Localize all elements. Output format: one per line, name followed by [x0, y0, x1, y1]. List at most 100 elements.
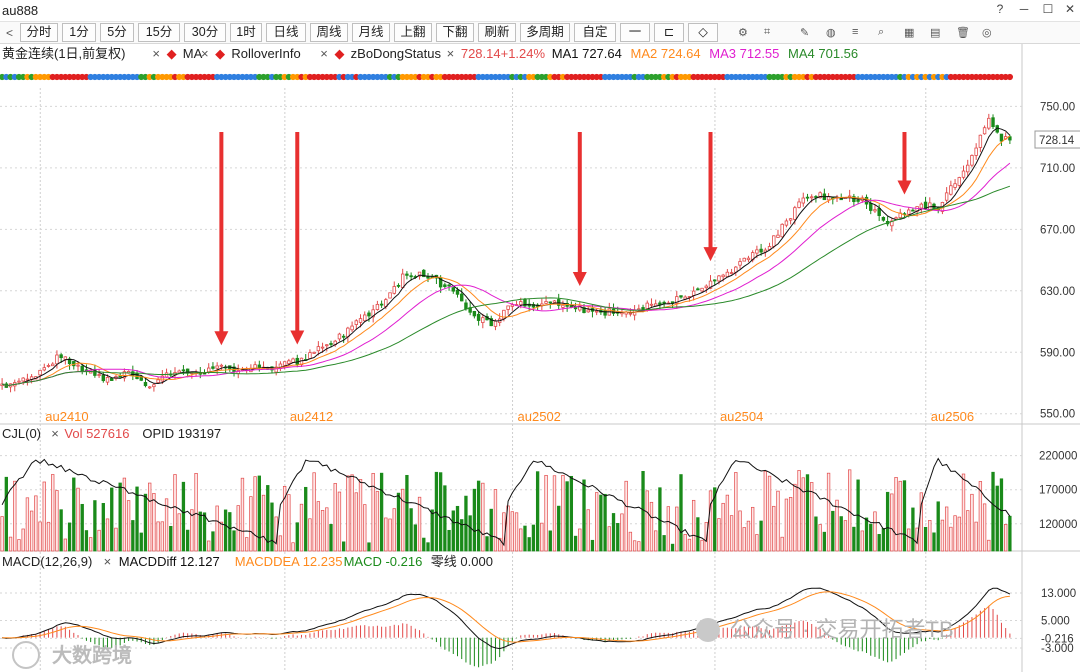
volume-bar: [797, 470, 801, 552]
delete-icon[interactable]: 🗑: [956, 26, 970, 39]
candle-body: [679, 295, 683, 298]
period-button-day[interactable]: 日线: [266, 23, 306, 42]
candle-body: [177, 370, 181, 374]
volume-bar: [759, 520, 763, 552]
text-icon[interactable]: ≡: [852, 26, 858, 38]
candle-body: [363, 314, 367, 322]
period-button-1hour[interactable]: 1时: [230, 23, 262, 42]
ma-value-ma1: MA1 727.64: [552, 46, 622, 61]
candle-body: [152, 384, 156, 388]
volume-bar: [101, 503, 105, 552]
search-icon[interactable]: ⌕: [878, 26, 884, 39]
candle-body: [80, 365, 84, 373]
close-icon[interactable]: ✕: [1062, 2, 1078, 16]
maximize-icon[interactable]: ☐: [1040, 2, 1056, 16]
price-panel[interactable]: au2410 au2412 au2502 au2504 au2506: [0, 73, 1013, 424]
chart-icon[interactable]: ⌗: [764, 26, 770, 39]
ma-line-ma2: [1, 135, 1011, 387]
page-up-button[interactable]: 上翻: [394, 23, 432, 42]
close-icon: ×: [51, 426, 59, 441]
period-button-fenshi[interactable]: 分时: [20, 23, 58, 42]
volume-bar: [207, 540, 211, 552]
table-icon[interactable]: ▤: [930, 26, 940, 39]
grid-icon[interactable]: ▦: [904, 26, 914, 39]
candle-body: [961, 170, 966, 178]
candle-body: [308, 352, 312, 359]
volume-bar: [76, 487, 80, 552]
diamond-icon: ◆: [334, 46, 344, 61]
volume-bar: [223, 509, 228, 552]
volume-bar: [590, 539, 595, 552]
price-change: 728.14+1.24%: [461, 46, 546, 61]
help-icon[interactable]: ?: [992, 2, 1008, 16]
candle-body: [839, 198, 843, 201]
period-button-15min[interactable]: 15分: [138, 23, 180, 42]
candle-body: [455, 289, 460, 295]
fill-icon[interactable]: ◍: [826, 26, 836, 39]
volume-bar: [299, 503, 304, 552]
volume-bar: [616, 523, 620, 552]
price-tick-label: 750.00: [1040, 101, 1075, 113]
volume-bar: [84, 530, 89, 552]
volume-bar: [746, 520, 751, 552]
candle-body: [38, 369, 42, 376]
volume-bar: [510, 511, 514, 552]
draw-icon[interactable]: ✎: [800, 26, 809, 39]
candle-body: [325, 344, 329, 347]
candle-body: [974, 147, 978, 156]
candle-body: [316, 346, 321, 352]
period-button-week[interactable]: 周线: [310, 23, 348, 42]
line-tool-button[interactable]: 一: [620, 23, 650, 42]
volume-bar: [738, 510, 742, 552]
bracket-tool-button[interactable]: ⊏: [654, 23, 684, 42]
candle-body: [156, 379, 160, 384]
candle-body: [320, 346, 325, 349]
candle-body: [906, 209, 911, 215]
volume-bar: [573, 535, 578, 552]
target-icon[interactable]: ◎: [982, 26, 992, 39]
volume-bar: [388, 518, 392, 552]
volume-bar: [843, 520, 848, 552]
minimize-icon[interactable]: ─: [1016, 2, 1032, 16]
left-arrow-icon[interactable]: <: [6, 26, 13, 40]
volume-bar: [527, 537, 531, 552]
macd-tick-label: -3.000: [1041, 643, 1074, 655]
settings-icon[interactable]: ⚙: [738, 26, 748, 39]
erase-tool-button[interactable]: ◇: [688, 23, 718, 42]
refresh-button[interactable]: 刷新: [478, 23, 516, 42]
panel-name: 黄金连续(1日,前复权): [2, 46, 126, 61]
volume-bar: [970, 493, 974, 552]
volume-panel[interactable]: [0, 457, 1012, 552]
volume-bar: [675, 506, 679, 552]
volume-bar: [620, 513, 624, 552]
period-button-30min[interactable]: 30分: [184, 23, 226, 42]
macd-tick-label: 13.000: [1041, 588, 1076, 600]
volume-bar: [354, 492, 358, 552]
volume-bar: [721, 502, 725, 552]
candle-body: [717, 275, 721, 282]
volume-bar: [152, 493, 156, 552]
period-button-5min[interactable]: 5分: [100, 23, 134, 42]
volume-bar: [143, 493, 148, 552]
kline-chart[interactable]: au2410 au2412 au2502 au2504 au2506 750.00 710…: [0, 44, 1080, 672]
volume-bar: [4, 476, 8, 552]
candle-body: [143, 382, 148, 387]
volume-bar: [110, 487, 114, 552]
volume-bar: [607, 526, 611, 552]
period-button-month[interactable]: 月线: [352, 23, 390, 42]
multi-period-button[interactable]: 多周期: [520, 23, 570, 42]
volume-bar: [371, 473, 375, 552]
volume-bar: [670, 543, 675, 552]
period-button-1min[interactable]: 1分: [62, 23, 96, 42]
macd-tick-label: 5.000: [1041, 616, 1070, 628]
chart-grid: [0, 44, 1080, 672]
volume-bar: [17, 539, 21, 552]
custom-button[interactable]: 自定: [574, 23, 616, 42]
contract-label: au2412: [290, 409, 333, 424]
volume-bar: [628, 531, 633, 552]
candle-body: [944, 192, 949, 201]
candle-body: [658, 302, 662, 305]
page-down-button[interactable]: 下翻: [436, 23, 474, 42]
volume-bar: [291, 542, 295, 552]
watermark-left: 大数跨境: [52, 643, 132, 667]
